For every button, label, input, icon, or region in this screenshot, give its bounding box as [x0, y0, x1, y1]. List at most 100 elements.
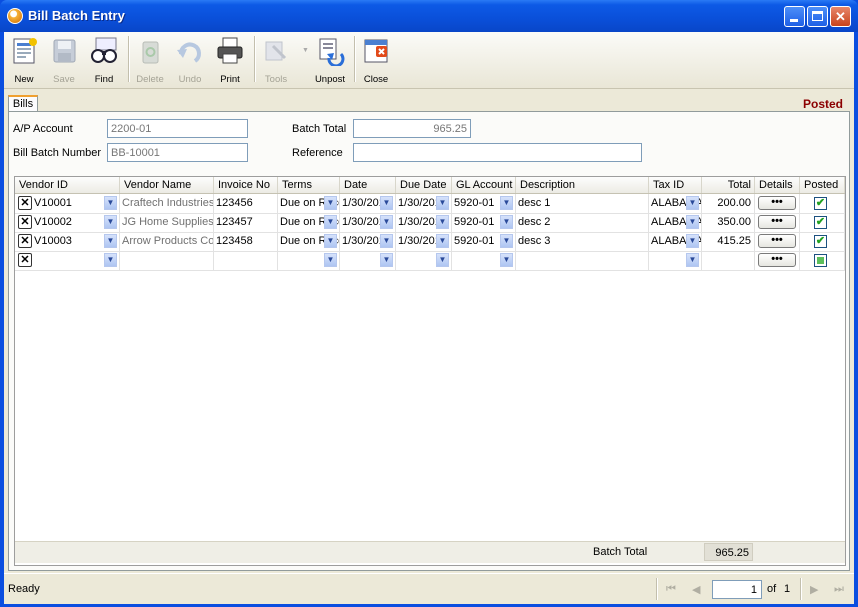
posted-checkbox[interactable]: ✔	[814, 216, 827, 229]
description-cell[interactable]: desc 1	[516, 194, 649, 213]
chevron-down-icon[interactable]: ▼	[686, 196, 699, 210]
details-cell[interactable]: •••	[755, 213, 800, 232]
chevron-down-icon[interactable]: ▼	[324, 234, 337, 248]
remove-row-icon[interactable]: ✕	[18, 196, 32, 210]
date-cell[interactable]: 1/30/2013 ▼	[340, 232, 396, 251]
chevron-down-icon[interactable]: ▼	[324, 215, 337, 229]
chevron-down-icon[interactable]: ▼	[380, 215, 393, 229]
tab-bills[interactable]: Bills	[8, 95, 38, 112]
invoice-no-cell[interactable]	[214, 251, 278, 270]
chevron-down-icon[interactable]: ▼	[686, 234, 699, 248]
details-button[interactable]: •••	[758, 196, 796, 210]
print-button[interactable]: Print	[210, 34, 250, 86]
due-date-cell[interactable]: ▼	[396, 251, 452, 270]
column-header-date[interactable]: Date	[340, 177, 396, 193]
chevron-down-icon[interactable]: ▼	[500, 196, 513, 210]
page-number-input[interactable]	[712, 580, 762, 599]
vendor-id-cell[interactable]: V10003 ✕ ▼	[15, 232, 120, 251]
posted-checkbox[interactable]: ✔	[814, 235, 827, 248]
due-date-cell[interactable]: 1/30/2013 ▼	[396, 213, 452, 232]
chevron-down-icon[interactable]: ▼	[380, 234, 393, 248]
details-cell[interactable]: •••	[755, 251, 800, 270]
details-cell[interactable]: •••	[755, 194, 800, 213]
column-header-vendor-id[interactable]: Vendor ID	[15, 177, 120, 193]
terms-cell[interactable]: Due on Receipt▼	[278, 232, 340, 251]
terms-cell[interactable]: Due on Receipt▼	[278, 194, 340, 213]
column-header-gl-account[interactable]: GL Account	[452, 177, 516, 193]
invoice-no-cell[interactable]: 123458	[214, 232, 278, 251]
vendor-id-cell[interactable]: V10002 ✕ ▼	[15, 213, 120, 232]
gl-account-cell[interactable]: ▼	[452, 251, 516, 270]
details-cell[interactable]: •••	[755, 232, 800, 251]
remove-row-icon[interactable]: ✕	[18, 215, 32, 229]
posted-cell[interactable]: ✔	[800, 194, 845, 213]
description-cell[interactable]: desc 3	[516, 232, 649, 251]
description-cell[interactable]	[516, 251, 649, 270]
close-button[interactable]: Close	[356, 34, 396, 86]
tools-dropdown-icon[interactable]: ▼	[302, 47, 309, 54]
column-header-posted[interactable]: Posted	[800, 177, 845, 193]
chevron-down-icon[interactable]: ▼	[436, 253, 449, 267]
chevron-down-icon[interactable]: ▼	[686, 215, 699, 229]
tax-id-cell[interactable]: ALABAMA ▼	[649, 213, 702, 232]
find-button[interactable]: Find	[84, 34, 124, 86]
total-cell[interactable]: 350.00	[702, 213, 755, 232]
date-cell[interactable]: ▼	[340, 251, 396, 270]
chevron-down-icon[interactable]: ▼	[380, 196, 393, 210]
tools-button[interactable]: ▼ Tools	[256, 34, 310, 86]
delete-button[interactable]: Delete	[130, 34, 170, 86]
date-cell[interactable]: 1/30/2013 ▼	[340, 194, 396, 213]
chevron-down-icon[interactable]: ▼	[436, 196, 449, 210]
posted-cell[interactable]: ✔	[800, 232, 845, 251]
invoice-no-cell[interactable]: 123456	[214, 194, 278, 213]
table-row[interactable]: V10002 ✕ ▼ JG Home Supplies 123457 Due on …	[15, 213, 845, 233]
vendor-id-cell[interactable]: V10001 ✕ ▼	[15, 194, 120, 213]
vendor-name-cell[interactable]: Arrow Products Co	[120, 232, 214, 251]
due-date-cell[interactable]: 1/30/2013 ▼	[396, 194, 452, 213]
vendor-name-cell[interactable]	[120, 251, 214, 270]
terms-cell[interactable]: Due on Receipt▼	[278, 213, 340, 232]
total-cell[interactable]: 415.25	[702, 232, 755, 251]
posted-checkbox[interactable]: ✔	[814, 197, 827, 210]
gl-account-cell[interactable]: 5920-01 ▼	[452, 194, 516, 213]
description-cell[interactable]: desc 2	[516, 213, 649, 232]
column-header-description[interactable]: Description	[516, 177, 649, 193]
title-bar[interactable]: Bill Batch Entry ✕	[0, 0, 858, 32]
column-header-details[interactable]: Details	[755, 177, 800, 193]
save-button[interactable]: Save	[44, 34, 84, 86]
total-cell[interactable]	[702, 251, 755, 270]
unpost-button[interactable]: Unpost	[310, 34, 350, 86]
tax-id-cell[interactable]: ALABAMA ▼	[649, 232, 702, 251]
next-page-icon[interactable]: ▶	[810, 583, 818, 596]
chevron-down-icon[interactable]: ▼	[324, 196, 337, 210]
column-header-tax-id[interactable]: Tax ID	[649, 177, 702, 193]
table-row[interactable]: V10001 ✕ ▼ Craftech Industries 123456 Due …	[15, 194, 845, 214]
gl-account-cell[interactable]: 5920-01 ▼	[452, 232, 516, 251]
details-button[interactable]: •••	[758, 234, 796, 248]
terms-cell[interactable]: ▼	[278, 251, 340, 270]
vendor-name-cell[interactable]: Craftech Industries	[120, 194, 214, 213]
tax-id-cell[interactable]: ALABAMA ▼	[649, 194, 702, 213]
column-header-due-date[interactable]: Due Date	[396, 177, 452, 193]
chevron-down-icon[interactable]: ▼	[104, 253, 117, 267]
chevron-down-icon[interactable]: ▼	[380, 253, 393, 267]
remove-row-icon[interactable]: ✕	[18, 234, 32, 248]
due-date-cell[interactable]: 1/30/2013 ▼	[396, 232, 452, 251]
chevron-down-icon[interactable]: ▼	[104, 215, 117, 229]
vendor-name-cell[interactable]: JG Home Supplies	[120, 213, 214, 232]
tax-id-cell[interactable]: ▼	[649, 251, 702, 270]
total-cell[interactable]: 200.00	[702, 194, 755, 213]
column-header-terms[interactable]: Terms	[278, 177, 340, 193]
last-page-icon[interactable]: ⏭	[834, 583, 844, 596]
previous-page-icon[interactable]: ◀	[692, 583, 700, 596]
vendor-id-cell[interactable]: ✕ ▼	[15, 251, 120, 270]
posted-checkbox[interactable]	[814, 254, 827, 267]
new-entry-row[interactable]: ✕ ▼ ▼ ▼ ▼ ▼ ▼ •••	[15, 251, 845, 271]
undo-button[interactable]: Undo	[170, 34, 210, 86]
remove-row-icon[interactable]: ✕	[18, 253, 32, 267]
bill-batch-number-input[interactable]	[107, 143, 248, 162]
posted-cell[interactable]: ✔	[800, 213, 845, 232]
new-button[interactable]: New	[4, 34, 44, 86]
column-header-vendor-name[interactable]: Vendor Name	[120, 177, 214, 193]
chevron-down-icon[interactable]: ▼	[500, 253, 513, 267]
